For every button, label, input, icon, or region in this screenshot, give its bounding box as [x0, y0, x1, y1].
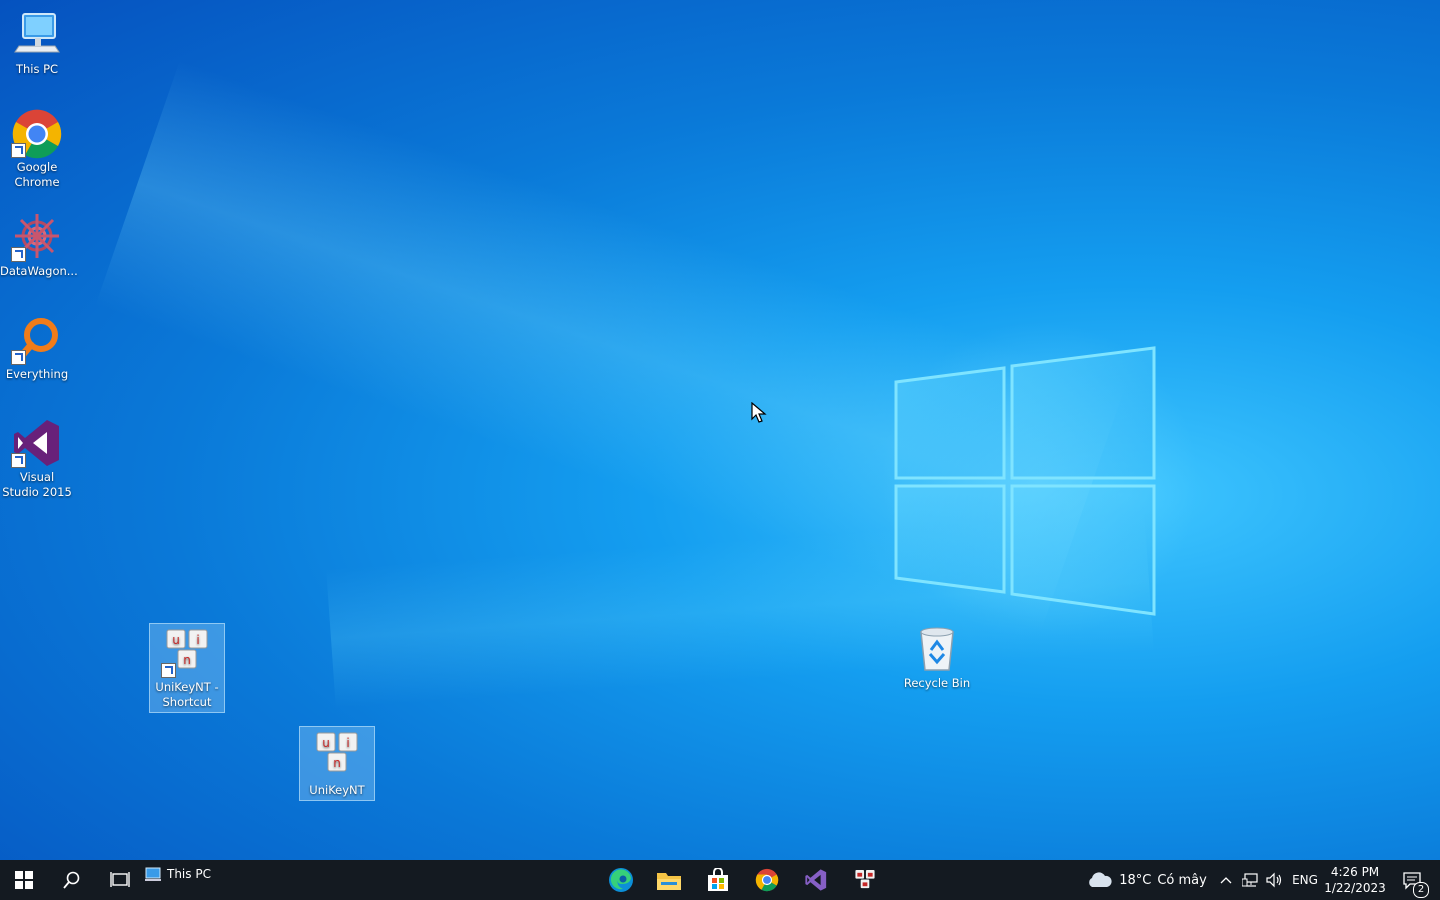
- desktop-icon-everything[interactable]: Everything: [0, 315, 74, 382]
- taskbar-window-this-pc[interactable]: This PC: [144, 860, 214, 900]
- desktop-icon-label: Everything: [5, 367, 69, 381]
- taskbar-window-label: This PC: [167, 867, 211, 881]
- visual-studio-icon: [805, 869, 827, 891]
- desktop[interactable]: This PC Google Chrome DataWagon... Every…: [0, 0, 1440, 860]
- task-view-icon: [110, 872, 130, 887]
- svg-text:n: n: [333, 756, 341, 770]
- language-indicator: ENG: [1292, 873, 1318, 887]
- shortcut-arrow-icon: [11, 247, 26, 262]
- desktop-icon-label: Visual Studio 2015: [2, 470, 72, 499]
- desktop-icon-google-chrome[interactable]: Google Chrome: [0, 108, 74, 190]
- unikey-icon: [855, 869, 875, 889]
- desktop-icon-recycle-bin[interactable]: Recycle Bin: [900, 624, 974, 691]
- clock-time: 4:26 PM: [1330, 865, 1380, 879]
- desktop-icon-label: UniKeyNT - Shortcut: [155, 680, 219, 709]
- speaker-icon: [1266, 872, 1282, 888]
- desktop-icon-visual-studio-2015[interactable]: Visual Studio 2015: [0, 418, 74, 500]
- taskbar-app-visual-studio[interactable]: [792, 860, 840, 900]
- svg-text:u: u: [322, 736, 330, 750]
- taskbar: This PC 18°C Có mây ENG 4:26 PM 1/22/202…: [0, 860, 1440, 900]
- network-button[interactable]: [1240, 860, 1262, 900]
- chrome-icon: [755, 868, 779, 892]
- start-button[interactable]: [0, 860, 48, 900]
- weather-temperature: 18°C: [1119, 872, 1152, 888]
- unikey-icon: u i n: [161, 628, 213, 678]
- svg-text:i: i: [196, 633, 199, 647]
- magnifier-icon: [11, 315, 63, 365]
- shortcut-arrow-icon: [11, 350, 26, 365]
- edge-icon: [609, 868, 633, 892]
- weather-widget[interactable]: 18°C Có mây: [1084, 860, 1208, 900]
- search-icon: [63, 871, 80, 889]
- mouse-cursor-icon: [751, 402, 767, 423]
- visual-studio-icon: [11, 418, 63, 468]
- desktop-icon-datawagon[interactable]: DataWagon...: [0, 212, 78, 279]
- shortcut-arrow-icon: [11, 453, 26, 468]
- taskbar-app-file-explorer[interactable]: [645, 860, 693, 900]
- this-pc-icon: [145, 867, 161, 881]
- windows-start-icon: [15, 871, 33, 889]
- desktop-icon-unikeynt[interactable]: u i n UniKeyNT: [299, 726, 375, 801]
- weather-condition: Có mây: [1157, 872, 1207, 888]
- file-explorer-icon: [657, 873, 681, 890]
- shortcut-arrow-icon: [161, 663, 176, 678]
- shortcut-arrow-icon: [11, 143, 26, 158]
- taskbar-app-store[interactable]: [694, 860, 742, 900]
- desktop-icon-label: UniKeyNT: [309, 783, 365, 797]
- task-view-button[interactable]: [96, 860, 144, 900]
- recycle-bin-icon: [911, 624, 963, 674]
- chevron-up-icon: [1220, 877, 1232, 884]
- desktop-icon-label: Google Chrome: [14, 160, 60, 189]
- input-language-button[interactable]: ENG: [1289, 860, 1321, 900]
- windows-logo-wallpaper: [894, 346, 1156, 616]
- taskbar-app-edge[interactable]: [597, 860, 645, 900]
- cloud-icon: [1089, 872, 1112, 887]
- show-hidden-icons-button[interactable]: [1216, 860, 1236, 900]
- desktop-icon-label: This PC: [15, 62, 59, 76]
- taskbar-app-unikey[interactable]: [841, 860, 889, 900]
- desktop-icon-label: DataWagon...: [0, 264, 78, 278]
- search-button[interactable]: [48, 860, 96, 900]
- desktop-icon-label: Recycle Bin: [903, 676, 971, 690]
- this-pc-icon: [11, 10, 63, 60]
- network-icon: [1242, 873, 1258, 887]
- clock-button[interactable]: 4:26 PM 1/22/2023: [1324, 860, 1386, 900]
- svg-text:n: n: [183, 653, 191, 667]
- svg-text:i: i: [346, 736, 349, 750]
- chrome-icon: [11, 108, 63, 159]
- desktop-icon-this-pc[interactable]: This PC: [0, 10, 74, 77]
- notification-count-badge: 2: [1413, 882, 1429, 898]
- volume-button[interactable]: [1263, 860, 1285, 900]
- action-center-button[interactable]: 2: [1392, 860, 1432, 900]
- unikey-icon: u i n: [311, 731, 363, 781]
- svg-text:u: u: [172, 633, 180, 647]
- datawagon-icon: [11, 212, 63, 262]
- clock-date: 1/22/2023: [1324, 881, 1386, 895]
- desktop-icon-unikeynt-shortcut[interactable]: u i n UniKeyNT - Shortcut: [149, 623, 225, 713]
- store-icon: [708, 868, 728, 891]
- taskbar-app-chrome[interactable]: [743, 860, 791, 900]
